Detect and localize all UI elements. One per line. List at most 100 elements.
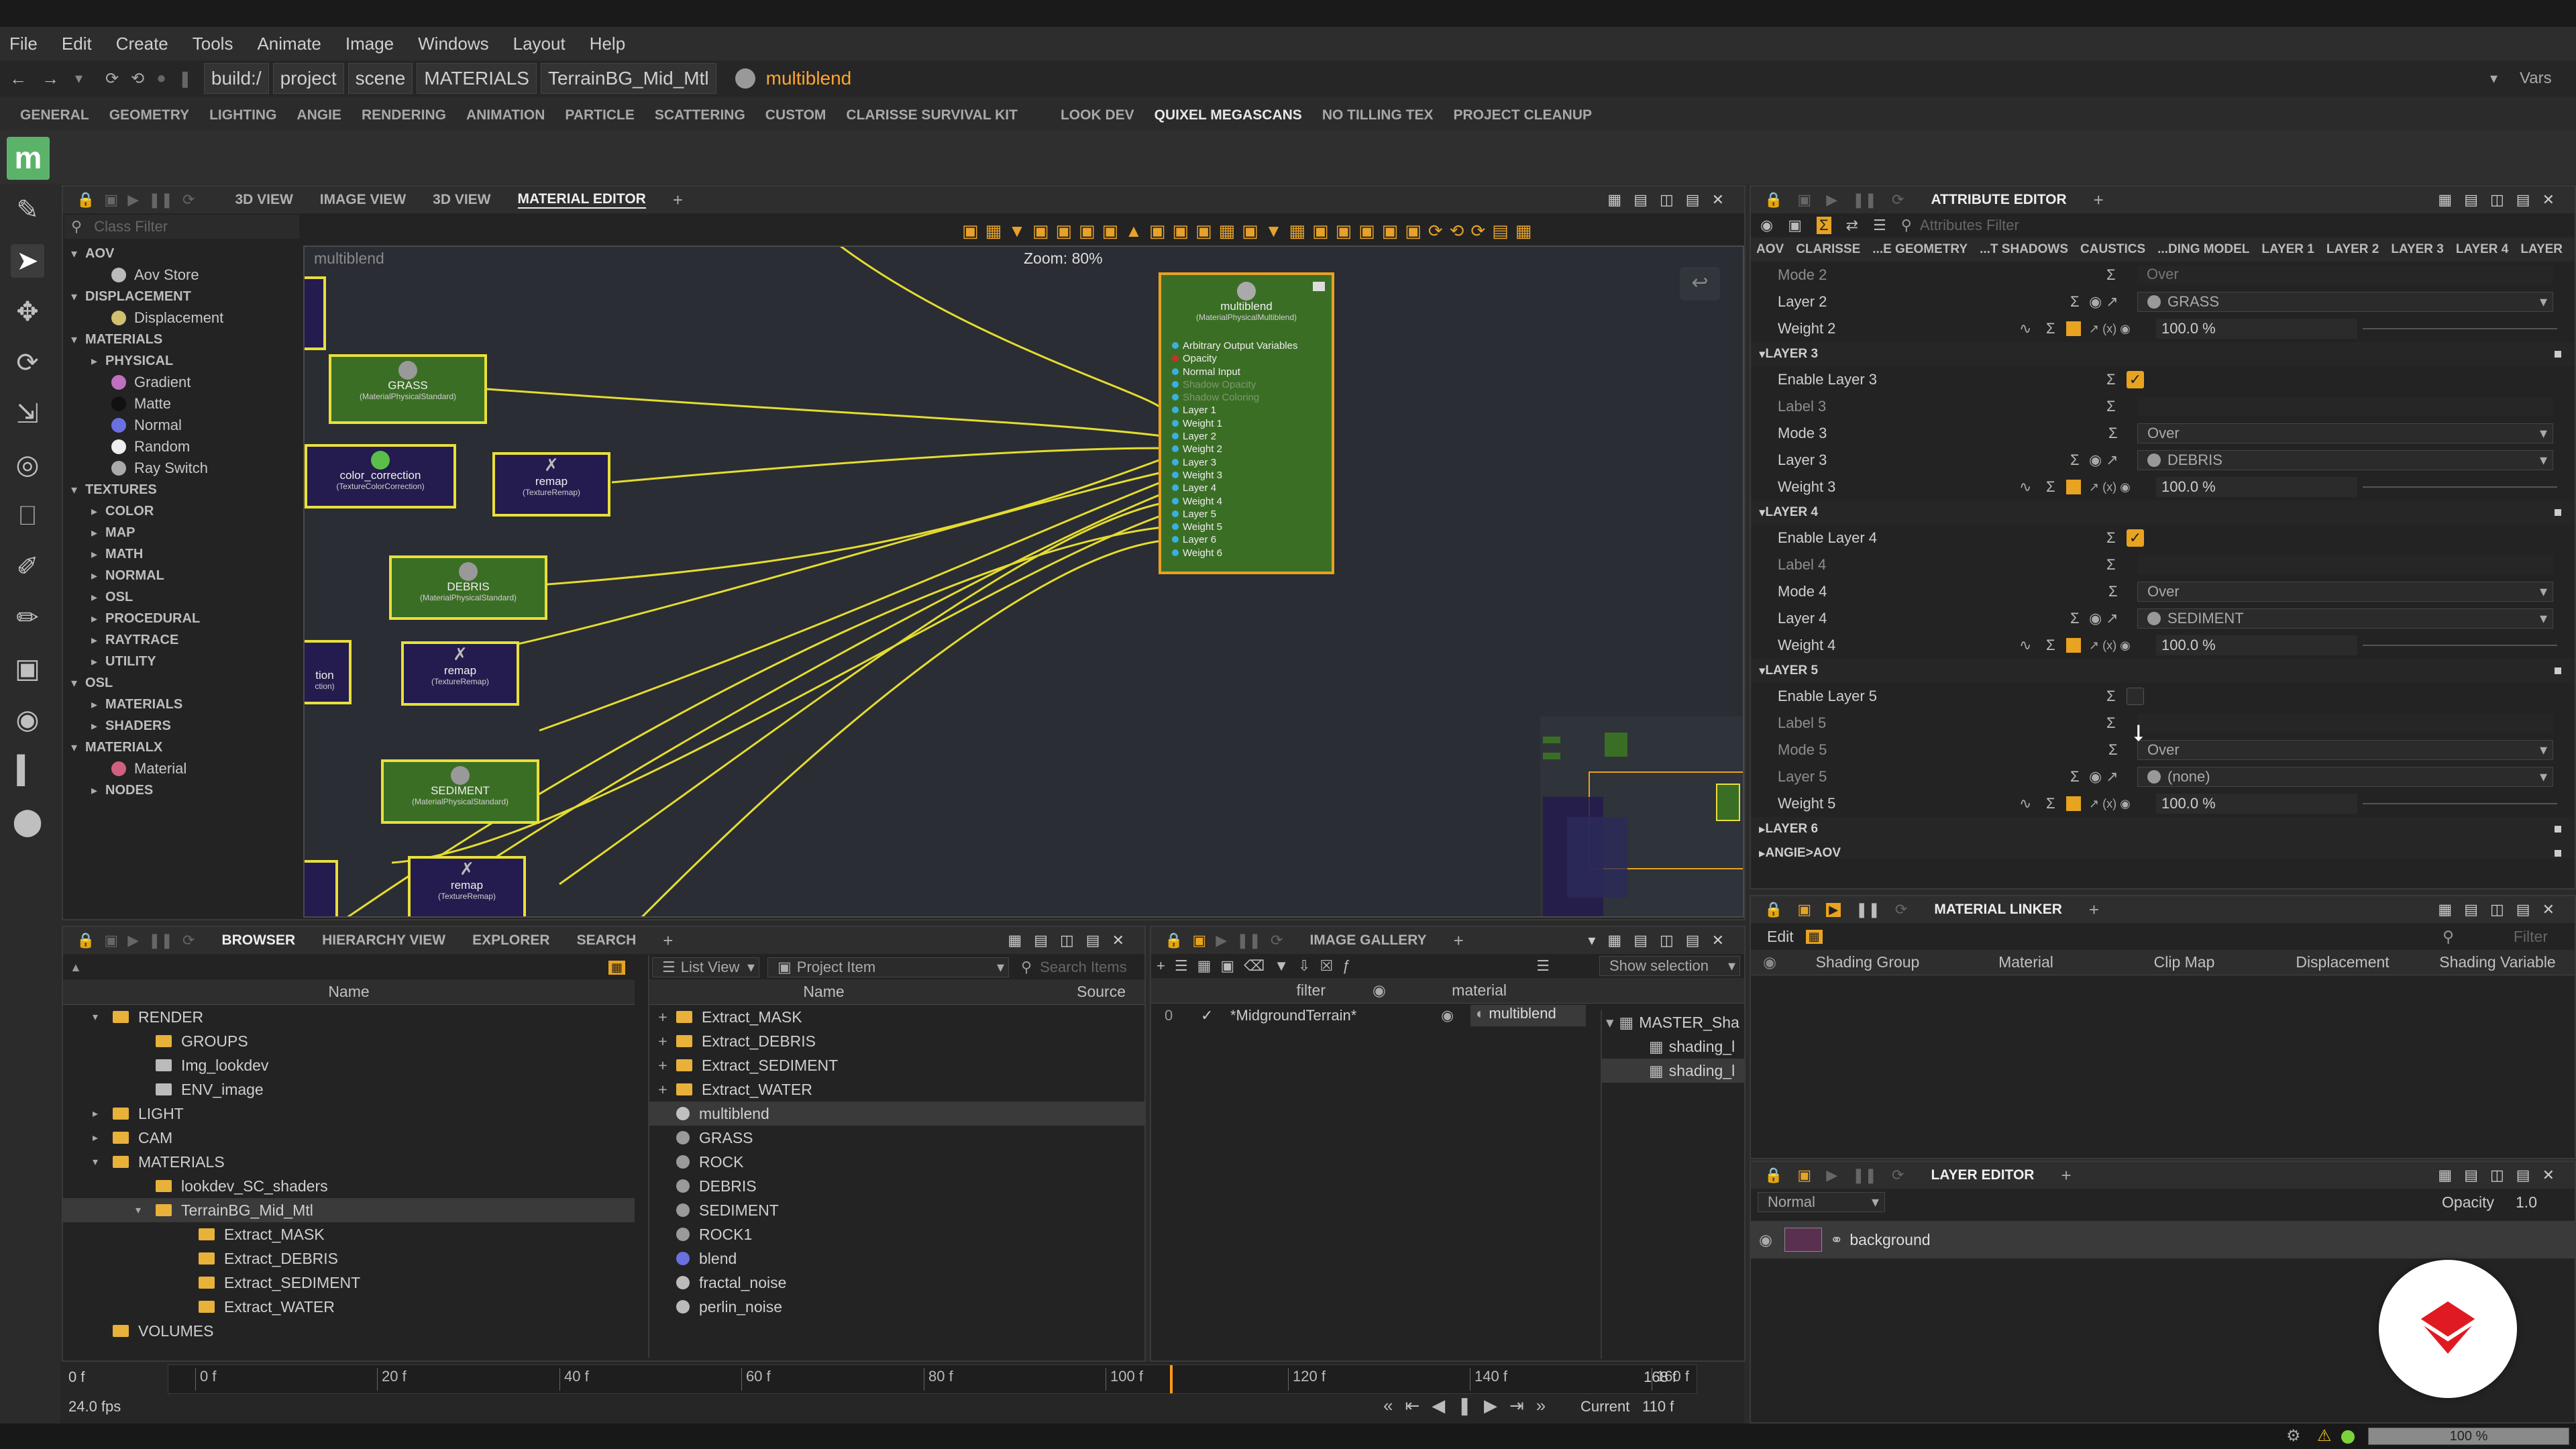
tree-view-mode-icon[interactable]: ▦	[608, 960, 625, 975]
refresh-icon[interactable]: ⟳	[1892, 1167, 1904, 1184]
expand-arrow-icon[interactable]: ▸	[93, 1131, 113, 1144]
sigma-icon[interactable]: Σ	[1817, 217, 1831, 234]
list-item[interactable]: ROCK	[649, 1150, 1144, 1174]
play-icon[interactable]: ▶	[1826, 191, 1837, 209]
port-dot-icon[interactable]	[1172, 433, 1179, 440]
sigma-icon[interactable]: Σ	[2070, 293, 2080, 311]
shelf-tab-look-dev[interactable]: LOOK DEV	[1061, 107, 1134, 123]
col-filter[interactable]: filter	[1151, 981, 1326, 1000]
graph-minimap[interactable]	[1540, 716, 1743, 916]
class-category[interactable]: ▸ MATERIALS	[64, 694, 302, 715]
layer-row-background[interactable]: ◉ ⚭ background	[1751, 1221, 2575, 1258]
menu-create[interactable]: Create	[116, 34, 168, 54]
expand-arrow-icon[interactable]: ▾	[93, 1155, 113, 1169]
crumb-project[interactable]: project	[272, 63, 344, 94]
port-dot-icon[interactable]	[1172, 549, 1179, 556]
shelf-tab-quixel[interactable]: QUIXEL MEGASCANS	[1155, 107, 1302, 123]
label-field[interactable]	[2137, 555, 2553, 574]
node-port[interactable]: Shadow Coloring	[1172, 391, 1332, 404]
list-view-dropdown[interactable]: ☰ List View ▾	[652, 957, 759, 977]
enable-checkbox[interactable]: ✓	[2127, 529, 2144, 547]
list-item[interactable]: + Extract_WATER	[649, 1077, 1144, 1102]
node-port[interactable]: Layer 5	[1172, 508, 1332, 521]
layer-name[interactable]: background	[1849, 1231, 1930, 1249]
texture-link-icon[interactable]	[2066, 480, 2081, 494]
expand-arrow-icon[interactable]: ▸	[91, 354, 97, 368]
panel-layout-icons[interactable]: ▦▤◫▤✕	[2438, 191, 2567, 209]
menu-help[interactable]: Help	[590, 34, 625, 54]
refresh-icon[interactable]: ⟳	[105, 69, 119, 89]
sigma-icon[interactable]: Σ	[2046, 320, 2055, 337]
port-dot-icon[interactable]	[1172, 471, 1179, 478]
col-source[interactable]: Source	[998, 983, 1126, 1001]
class-item[interactable]: Normal	[64, 415, 302, 436]
shelf-tab-scattering[interactable]: SCATTERING	[655, 107, 745, 123]
attr-subtab[interactable]: LAYER 4	[2456, 242, 2509, 257]
port-dot-icon[interactable]	[1172, 523, 1179, 531]
node-port[interactable]: Opacity	[1172, 352, 1332, 365]
sigma-icon[interactable]: Σ	[2106, 688, 2116, 705]
up-arrow-icon[interactable]: ▲	[70, 961, 82, 975]
timeline-start[interactable]: 0 f	[68, 1368, 85, 1386]
section-arrow-icon[interactable]: ▸	[1759, 846, 1766, 859]
attr-subtab[interactable]: CAUSTICS	[2080, 242, 2145, 257]
subtree-item[interactable]: ▦ shading_l	[1602, 1034, 1746, 1059]
shelf-tab-lighting[interactable]: LIGHTING	[209, 107, 276, 123]
class-item[interactable]: Aov Store	[64, 264, 302, 286]
panel-layout-icons[interactable]: ▦▤◫▤✕	[1607, 191, 1736, 209]
tab-image-gallery[interactable]: IMAGE GALLERY	[1309, 932, 1426, 949]
col-clip-map[interactable]: Clip Map	[2105, 953, 2263, 971]
section-arrow-icon[interactable]: ▾	[1759, 505, 1766, 521]
expand-arrow-icon[interactable]: ▸	[91, 655, 97, 669]
lock-icon[interactable]: 🔒	[1764, 1167, 1782, 1184]
node-port[interactable]: Weight 5	[1172, 521, 1332, 533]
class-item[interactable]: Matte	[64, 393, 302, 415]
class-category[interactable]: ▾ OSL	[64, 672, 302, 694]
mode-dropdown[interactable]: Over ▾	[2137, 740, 2553, 760]
tab-layer-editor[interactable]: LAYER EDITOR	[1931, 1167, 2034, 1183]
label-field[interactable]	[2137, 397, 2553, 416]
node-port[interactable]: Weight 1	[1172, 417, 1332, 430]
refresh-icon[interactable]: ⟳	[1892, 191, 1904, 209]
pause-icon[interactable]: ❚❚	[1236, 932, 1261, 949]
graph-tool-icons[interactable]: ▣▦▼▣▣▣▣▲▣▣▣▦▣▼▦▣▣▣▣▣⟳⟲⟳▤▦	[962, 221, 1538, 241]
crumb-build[interactable]: build:/	[203, 63, 269, 94]
class-category[interactable]: ▸ SHADERS	[64, 715, 302, 737]
tab-browser[interactable]: BROWSER	[221, 932, 295, 949]
expand-arrow-icon[interactable]: ▾	[71, 333, 77, 347]
col-shading-group[interactable]: Shading Group	[1788, 953, 1947, 971]
expand-arrow-icon[interactable]: ▾	[93, 1010, 113, 1024]
edit-menu[interactable]: Edit	[1767, 928, 1794, 946]
section-toggle-icon[interactable]	[2555, 509, 2561, 516]
move-icon[interactable]: ✥	[11, 295, 44, 329]
select-arrow-icon[interactable]: ➤	[11, 244, 44, 278]
eye-icon[interactable]: ◉	[1441, 1007, 1454, 1024]
pause-icon[interactable]: ❚❚	[1856, 901, 1880, 918]
sigma-icon[interactable]: Σ	[2106, 371, 2116, 388]
eyedropper-icon[interactable]: ✎	[11, 193, 44, 227]
filter-value[interactable]: *MidgroundTerrain*	[1230, 1007, 1356, 1024]
sigma-icon[interactable]: Σ	[2106, 398, 2116, 415]
expand-arrow-icon[interactable]: ▸	[91, 612, 97, 626]
link-icon[interactable]: ⇄	[1846, 217, 1858, 234]
snapshot-icon[interactable]: ▣	[104, 191, 118, 209]
lock-icon[interactable]: 🔒	[76, 932, 95, 949]
sync-icon[interactable]: ⟲	[131, 69, 144, 89]
section-arrow-icon[interactable]: ▸	[1759, 822, 1766, 837]
project-item-dropdown[interactable]: ▣ Project Item ▾	[767, 957, 1009, 977]
link-icons[interactable]: ◉ ↗	[2089, 451, 2118, 469]
port-dot-icon[interactable]	[1172, 368, 1179, 375]
settings-icon[interactable]: ⚙	[2286, 1426, 2301, 1446]
current-frame[interactable]: 110 f	[1642, 1398, 1674, 1415]
enable-checkbox[interactable]	[2127, 688, 2144, 705]
gallery-tool-icons[interactable]: +☰▦▣⌫▼⇩☒ƒ	[1157, 957, 1360, 975]
port-dot-icon[interactable]	[1172, 419, 1179, 427]
link-icons[interactable]: ◉ ↗	[2089, 768, 2118, 786]
forward-arrow-icon[interactable]: →	[42, 68, 59, 89]
remap-node-2[interactable]: ✗ remap (TextureRemap)	[401, 641, 519, 706]
ruler-icon[interactable]: ▍	[11, 754, 44, 788]
curve-icon[interactable]: ∿	[2019, 637, 2031, 654]
texture-link-icon[interactable]	[2066, 321, 2081, 336]
mode-dropdown[interactable]: Over ▾	[2137, 582, 2553, 602]
tree-item[interactable]: Extract_WATER	[63, 1295, 635, 1319]
